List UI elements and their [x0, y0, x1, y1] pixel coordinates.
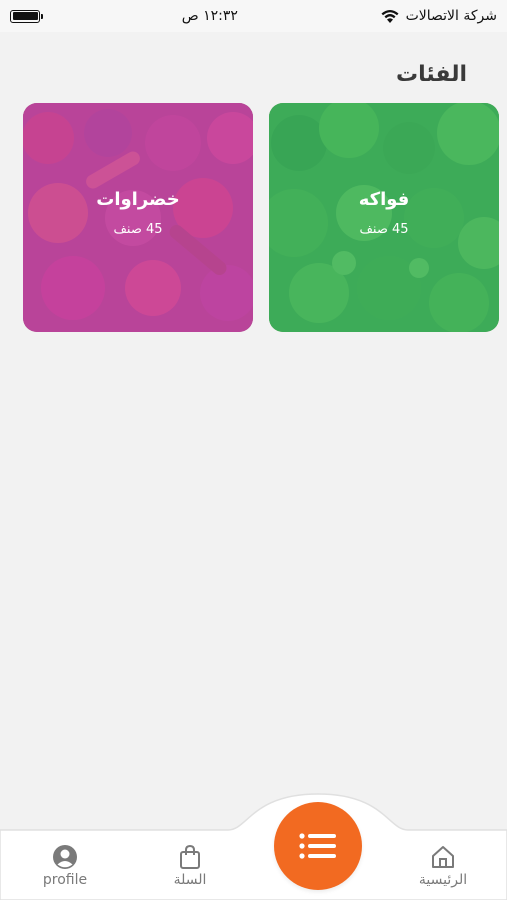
category-grid: فواكه 45 صنف خضراوات 45 صنف — [22, 103, 499, 332]
menu-list-icon — [299, 833, 336, 859]
category-count: 45 صنف — [113, 221, 163, 237]
nav-cart-label: السلة — [173, 872, 207, 888]
carrier-name: شركة الاتصالات — [405, 8, 497, 24]
nav-cart[interactable]: السلة — [145, 844, 235, 888]
category-name: خضراوات — [96, 188, 180, 210]
nav-home-label: الرئيسية — [418, 872, 468, 888]
nav-profile-label: profile — [42, 872, 88, 888]
category-card-fruits[interactable]: فواكه 45 صنف — [269, 103, 499, 332]
category-count: 45 صنف — [359, 221, 409, 237]
status-time: ١٢:٣٢ ص — [181, 8, 238, 24]
category-name: فواكه — [358, 188, 410, 210]
home-icon — [432, 846, 454, 868]
status-bar: ١٢:٣٢ ص شركة الاتصالات — [0, 0, 507, 32]
card-overlay — [23, 103, 253, 332]
categories-menu-button[interactable] — [274, 802, 362, 890]
bottom-nav: profile السلة الرئيسية — [0, 793, 507, 900]
category-card-vegetables[interactable]: خضراوات 45 صنف — [23, 103, 253, 332]
profile-icon — [53, 845, 77, 869]
nav-home[interactable]: الرئيسية — [398, 844, 488, 888]
wifi-icon — [381, 9, 399, 23]
status-carrier-group: شركة الاتصالات — [380, 8, 497, 24]
nav-profile[interactable]: profile — [20, 844, 110, 888]
card-overlay — [269, 103, 499, 332]
battery-icon — [10, 9, 43, 23]
screen: ١٢:٣٢ ص شركة الاتصالات الفئات فواكه 45 ص… — [0, 0, 507, 900]
shopping-bag-icon — [180, 844, 200, 869]
page-title: الفئات — [396, 62, 467, 87]
